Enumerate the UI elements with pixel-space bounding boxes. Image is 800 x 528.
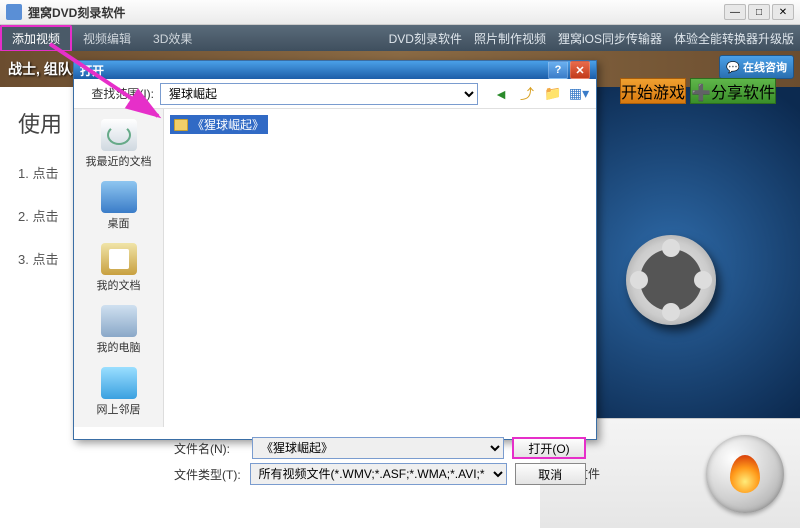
dialog-help-button[interactable]: ? <box>548 61 568 79</box>
film-reel-icon <box>626 235 716 325</box>
nav-newfolder-icon[interactable]: 📁 <box>544 85 562 103</box>
filetype-label: 文件类型(T): <box>174 466 242 483</box>
dialog-close-button[interactable]: ✕ <box>570 61 590 79</box>
desktop-icon <box>101 181 137 213</box>
main-toolbar: 添加视频 视频编辑 3D效果 DVD刻录软件 照片制作视频 狸窝iOS同步传输器… <box>0 25 800 51</box>
place-network[interactable]: 网上邻居 <box>79 363 159 421</box>
network-icon <box>101 367 137 399</box>
app-icon <box>6 4 22 20</box>
video-edit-button[interactable]: 视频编辑 <box>72 26 142 51</box>
nav-link[interactable]: 照片制作视频 <box>474 30 546 47</box>
close-button[interactable]: ✕ <box>772 4 794 20</box>
filename-label: 文件名(N): <box>174 440 244 457</box>
dialog-bottom: 文件名(N): 《猩球崛起》 打开(O) 文件类型(T): 所有视频文件(*.W… <box>74 427 596 499</box>
dialog-titlebar: 打开 ? ✕ <box>74 61 596 79</box>
file-list[interactable]: 《猩球崛起》 <box>164 109 596 427</box>
file-name: 《猩球崛起》 <box>192 116 264 133</box>
nav-link[interactable]: 狸窝iOS同步传输器 <box>558 30 662 47</box>
flame-icon <box>730 455 760 493</box>
folder-icon <box>174 119 188 131</box>
nav-back-icon[interactable]: ◄ <box>492 85 510 103</box>
file-item[interactable]: 《猩球崛起》 <box>170 115 268 134</box>
filetype-select[interactable]: 所有视频文件(*.WMV;*.ASF;*.WMA;*.AVI;* <box>250 463 507 485</box>
app-title: 狸窝DVD刻录软件 <box>28 4 722 21</box>
nav-link[interactable]: DVD刻录软件 <box>389 30 462 47</box>
nav-link[interactable]: 体验全能转换器升级版 <box>674 30 794 47</box>
place-desktop[interactable]: 桌面 <box>79 177 159 235</box>
share-button[interactable]: ➕分享软件 <box>690 78 776 104</box>
open-button[interactable]: 打开(O) <box>512 437 586 459</box>
effect-3d-button[interactable]: 3D效果 <box>142 26 203 51</box>
filename-input[interactable]: 《猩球崛起》 <box>252 437 504 459</box>
place-recent[interactable]: 我最近的文档 <box>79 115 159 173</box>
dialog-title: 打开 <box>80 62 546 79</box>
banner-text: 战士, 组队, <box>8 59 76 79</box>
add-video-button[interactable]: 添加视频 <box>0 25 72 52</box>
computer-icon <box>101 305 137 337</box>
lookin-label: 查找范围(I): <box>82 85 154 102</box>
cancel-button[interactable]: 取消 <box>515 463 586 485</box>
recent-docs-icon <box>101 119 137 151</box>
start-game-button[interactable]: 开始游戏 <box>620 78 686 104</box>
places-bar: 我最近的文档 桌面 我的文档 我的电脑 网上邻居 <box>74 109 164 427</box>
mydocs-icon <box>101 243 137 275</box>
place-computer[interactable]: 我的电脑 <box>79 301 159 359</box>
maximize-button[interactable]: □ <box>748 4 770 20</box>
nav-up-icon[interactable]: ⤴ <box>518 85 536 103</box>
nav-view-icon[interactable]: ▦▾ <box>570 85 588 103</box>
titlebar: 狸窝DVD刻录软件 — □ ✕ <box>0 0 800 25</box>
burn-button[interactable] <box>706 435 784 513</box>
place-mydocs[interactable]: 我的文档 <box>79 239 159 297</box>
open-file-dialog: 打开 ? ✕ 查找范围(I): 猩球崛起 ◄ ⤴ 📁 ▦▾ 我最近的文档 桌面 … <box>73 60 597 440</box>
lookin-select[interactable]: 猩球崛起 <box>160 83 478 105</box>
consult-button[interactable]: 💬在线咨询 <box>719 55 794 79</box>
lookin-row: 查找范围(I): 猩球崛起 ◄ ⤴ 📁 ▦▾ <box>74 79 596 109</box>
minimize-button[interactable]: — <box>724 4 746 20</box>
